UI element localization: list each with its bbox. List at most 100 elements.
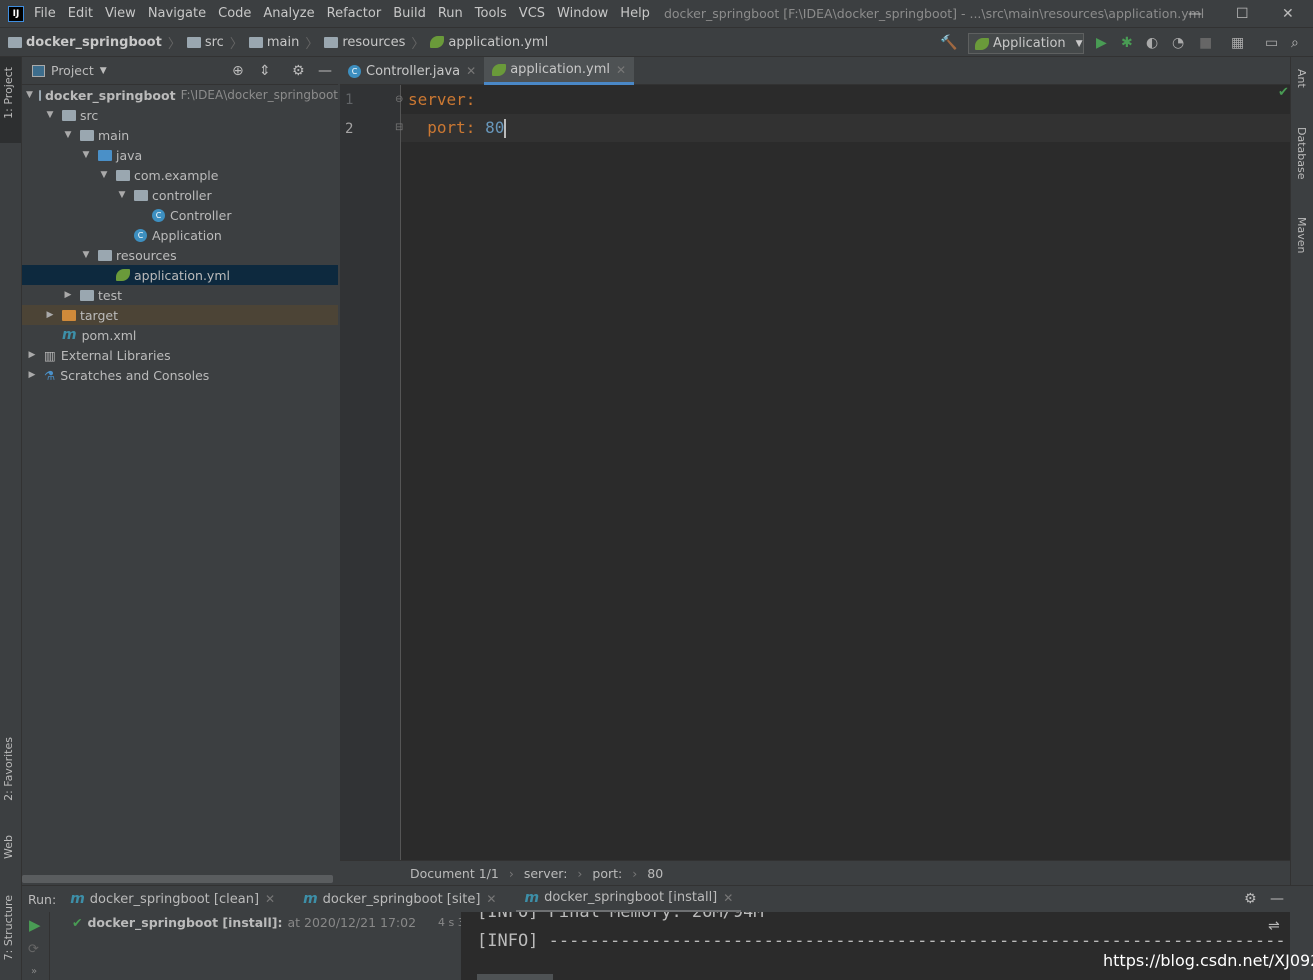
menu-view[interactable]: View <box>105 6 136 21</box>
run-tab[interactable]: m docker_springboot [clean] ✕ <box>62 886 283 913</box>
tree-item-java[interactable]: ▼ java <box>22 145 338 165</box>
hide-icon[interactable]: — <box>1270 891 1284 907</box>
menu-build[interactable]: Build <box>393 6 426 21</box>
collapsed-arrow-icon[interactable]: ▶ <box>44 310 56 320</box>
menu-tools[interactable]: Tools <box>475 6 507 21</box>
run-task-row[interactable]: ✔ docker_springboot [install]: at 2020/1… <box>72 915 499 930</box>
rerun-icon[interactable]: ▶ <box>29 916 41 934</box>
tree-item-main[interactable]: ▼ main <box>22 125 338 145</box>
project-view-select[interactable]: Project <box>51 63 94 78</box>
structure-crumb[interactable]: 80 <box>647 866 663 881</box>
tree-item-controller[interactable]: ▼ controller <box>22 185 338 205</box>
coverage-icon[interactable]: ◐ <box>1146 35 1158 51</box>
breadcrumb-item[interactable]: main 〉 <box>248 33 325 52</box>
folder-icon <box>62 109 76 121</box>
tree-item-docker-springboot[interactable]: ▼ docker_springboot F:\IDEA\docker_springb… <box>22 85 338 105</box>
more-icon[interactable]: » <box>31 966 37 977</box>
tree-item-pom-xml[interactable]: m pom.xml <box>22 325 338 345</box>
horizontal-scrollbar[interactable] <box>22 875 333 883</box>
close-icon[interactable]: ✕ <box>1282 6 1294 22</box>
tree-item-controller[interactable]: C Controller <box>22 205 338 225</box>
menu-navigate[interactable]: Navigate <box>148 6 206 21</box>
project-tool-tab[interactable]: 1: Project <box>2 67 15 119</box>
database-tool-tab[interactable]: Database <box>1295 127 1308 180</box>
menu-code[interactable]: Code <box>218 6 251 21</box>
inspection-ok-icon[interactable]: ✔ <box>1278 85 1289 100</box>
fold-end-icon[interactable]: ⊟ <box>395 122 403 133</box>
tree-item-external-libraries[interactable]: ▶ ▥ External Libraries <box>22 345 338 365</box>
maven-tool-tab[interactable]: Maven <box>1295 217 1308 253</box>
expanded-arrow-icon[interactable]: ▼ <box>98 170 110 180</box>
structure-crumb[interactable]: port: <box>592 866 622 881</box>
build-hammer-icon[interactable]: 🔨 <box>940 35 957 51</box>
code-editor[interactable]: 1 2 ⊖ ⊟ server: port: 80 ✔ <box>340 85 1290 860</box>
tree-item-src[interactable]: ▼ src <box>22 105 338 125</box>
close-tab-icon[interactable]: ✕ <box>466 64 476 78</box>
tree-item-resources[interactable]: ▼ resources <box>22 245 338 265</box>
console-scrollbar[interactable] <box>477 974 553 980</box>
favorites-tool-tab[interactable]: 2: Favorites <box>2 737 15 801</box>
close-tab-icon[interactable]: ✕ <box>616 63 626 77</box>
tree-item-application[interactable]: C Application <box>22 225 338 245</box>
search-icon[interactable]: ⌕ <box>1291 35 1299 51</box>
chevron-down-icon[interactable]: ▼ <box>100 66 107 76</box>
tab-controller-java[interactable]: C Controller.java ✕ <box>340 57 484 85</box>
expanded-arrow-icon[interactable]: ▼ <box>80 150 92 160</box>
menu-refactor[interactable]: Refactor <box>327 6 382 21</box>
breadcrumb-item[interactable]: resources 〉 <box>324 33 430 52</box>
tree-item-application-yml[interactable]: application.yml <box>22 265 338 285</box>
run-tab[interactable]: m docker_springboot [site] ✕ <box>295 886 504 913</box>
structure-crumb[interactable]: Document 1/1 <box>410 866 499 881</box>
expanded-arrow-icon[interactable]: ▼ <box>44 110 56 120</box>
run-configuration-select[interactable]: Application ▼ <box>968 33 1084 54</box>
tree-item-test[interactable]: ▶ test <box>22 285 338 305</box>
expanded-arrow-icon[interactable]: ▼ <box>116 190 128 200</box>
run-icon[interactable]: ▶ <box>1096 35 1107 51</box>
collapse-all-icon[interactable]: ⇕ <box>259 63 271 79</box>
breadcrumb-item[interactable]: application.yml <box>430 35 548 50</box>
profile-icon[interactable]: ◔ <box>1172 35 1184 51</box>
web-tool-tab[interactable]: Web <box>2 835 15 859</box>
stop-icon[interactable]: ■ <box>1199 35 1212 51</box>
layout-icon[interactable]: ▭ <box>1265 35 1278 51</box>
close-tab-icon[interactable]: ✕ <box>265 892 275 906</box>
close-tab-icon[interactable]: ✕ <box>723 891 733 905</box>
expanded-arrow-icon[interactable]: ▼ <box>26 90 33 100</box>
collapsed-arrow-icon[interactable]: ▶ <box>62 290 74 300</box>
close-tab-icon[interactable]: ✕ <box>486 892 496 906</box>
menu-vcs[interactable]: VCS <box>519 6 545 21</box>
gear-icon[interactable]: ⚙ <box>292 63 305 79</box>
structure-tool-tab[interactable]: 7: Structure <box>2 895 15 960</box>
hide-icon[interactable]: — <box>318 63 332 79</box>
menu-analyze[interactable]: Analyze <box>263 6 314 21</box>
tab-label: Controller.java <box>366 63 461 79</box>
collapsed-arrow-icon[interactable]: ▶ <box>26 370 38 380</box>
debug-icon[interactable]: ✱ <box>1121 35 1133 51</box>
breadcrumb-item[interactable]: src 〉 <box>186 33 249 52</box>
menu-edit[interactable]: Edit <box>68 6 93 21</box>
minimize-icon[interactable]: — <box>1188 6 1202 22</box>
tree-item-scratches-and-consoles[interactable]: ▶ ⚗ Scratches and Consoles <box>22 365 338 385</box>
collapsed-arrow-icon[interactable]: ▶ <box>26 350 38 360</box>
tree-item-target[interactable]: ▶ target <box>22 305 338 325</box>
run-tab[interactable]: m docker_springboot [install] ✕ <box>516 886 742 913</box>
gear-icon[interactable]: ⚙ <box>1244 891 1257 907</box>
toggle-offline-icon[interactable]: ⟳ <box>28 942 39 957</box>
menu-help[interactable]: Help <box>620 6 650 21</box>
maximize-icon[interactable]: ☐ <box>1236 6 1249 22</box>
locate-icon[interactable]: ⊕ <box>232 63 244 79</box>
menu-file[interactable]: File <box>34 6 56 21</box>
window-title: docker_springboot [F:\IDEA\docker_spring… <box>663 6 1205 21</box>
soft-wrap-icon[interactable]: ⇌ <box>1268 918 1280 934</box>
expanded-arrow-icon[interactable]: ▼ <box>80 250 92 260</box>
tab-application-yml[interactable]: application.yml ✕ <box>484 57 635 85</box>
tree-item-com-example[interactable]: ▼ com.example <box>22 165 338 185</box>
structure-crumb[interactable]: server: <box>524 866 568 881</box>
ant-tool-tab[interactable]: Ant <box>1295 69 1308 88</box>
breadcrumb-item[interactable]: docker_springboot 〉 <box>8 33 187 52</box>
expanded-arrow-icon[interactable]: ▼ <box>62 130 74 140</box>
menu-window[interactable]: Window <box>557 6 608 21</box>
menu-run[interactable]: Run <box>438 6 463 21</box>
fold-icon[interactable]: ⊖ <box>395 94 403 105</box>
project-structure-icon[interactable]: ▦ <box>1231 35 1244 51</box>
